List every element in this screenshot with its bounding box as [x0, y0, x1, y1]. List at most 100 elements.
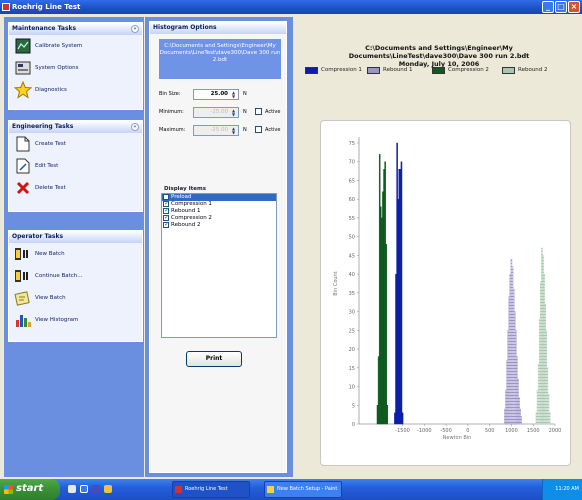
window-title: Roehrig Line Test [12, 3, 81, 11]
maintenance-tasks-header[interactable]: Maintenance Tasks « [9, 23, 142, 35]
calibrate-system-item[interactable]: Calibrate System [9, 35, 142, 57]
view-batch-icon [14, 289, 32, 307]
y-tick-label: 35 [349, 291, 355, 297]
maximum-field[interactable]: -25.00 ▲ ▼ [193, 125, 239, 136]
diagnostics-star-icon [14, 81, 32, 99]
taskbar-item-paint[interactable]: New Batch Setup - Paint [264, 481, 342, 498]
new-batch-item[interactable]: New Batch [9, 243, 142, 265]
collapse-icon[interactable]: « [131, 123, 139, 131]
y-axis-label: Bin Count [333, 271, 339, 295]
y-tick-label: 45 [349, 253, 355, 259]
diagnostics-item[interactable]: Diagnostics [9, 79, 142, 101]
y-tick-label: 30 [349, 310, 355, 316]
maximum-unit: N [243, 127, 247, 133]
app-icon [2, 3, 10, 11]
histogram-options-panel: Histogram Options C:\Documents and Setti… [149, 21, 287, 473]
minimum-unit: N [243, 109, 247, 115]
taskbar-item-roehrig[interactable]: Roehrig Line Test [172, 481, 250, 498]
y-tick-label: 0 [352, 422, 355, 428]
start-button[interactable]: start [0, 479, 60, 500]
list-item-rebound-2[interactable]: Rebound 2 [162, 221, 276, 229]
list-item-preload[interactable]: Preload [162, 194, 276, 201]
x-tick-label: 500 [485, 428, 495, 434]
bar-compression-2 [386, 405, 389, 425]
bar-rebound-2 [548, 412, 551, 425]
bar-rebound-1 [520, 416, 522, 425]
show-desktop-icon[interactable] [68, 485, 76, 493]
taskbar: start Roehrig Line Test New Batch Setup … [0, 479, 582, 500]
minimize-button[interactable]: _ [542, 1, 554, 13]
maximum-label: Maximum: [159, 127, 186, 133]
system-options-item[interactable]: System Options [9, 57, 142, 79]
display-items-title: Display Items [164, 186, 206, 192]
create-test-item[interactable]: Create Test [9, 133, 142, 155]
print-button[interactable]: Print [186, 351, 242, 367]
x-tick-label: -500 [440, 428, 451, 434]
file-path-box: C:\Documents and Settings\Engineer\My Do… [159, 39, 281, 79]
delete-test-icon [14, 179, 32, 197]
spinner-icon: ▲ ▼ [231, 126, 236, 135]
list-item-rebound-1[interactable]: Rebound 1 [162, 207, 276, 215]
operator-tasks-header[interactable]: Operator Tasks [9, 231, 142, 243]
display-items-list[interactable]: Preload Compression 1 Rebound 1 Compress… [161, 193, 277, 338]
media-player-icon[interactable] [92, 485, 100, 493]
bar-compression-1 [400, 161, 403, 425]
edit-test-icon [14, 157, 32, 175]
system-tray: 11:20 AM [542, 479, 582, 500]
legend-swatch [502, 66, 515, 74]
engineering-tasks-panel: Engineering Tasks « Create Test Edit Tes… [8, 120, 143, 212]
clock: 11:20 AM [555, 486, 579, 492]
list-item-compression-2[interactable]: Compression 2 [162, 214, 276, 222]
window-titlebar[interactable]: Roehrig Line Test _ □ × [0, 0, 582, 14]
window-controls: _ □ × [542, 1, 580, 13]
engineering-tasks-header[interactable]: Engineering Tasks « [9, 121, 142, 133]
legend-item-rebound-2: Rebound 2 [502, 66, 548, 74]
y-tick-label: 50 [349, 235, 355, 241]
y-tick-label: 60 [349, 197, 355, 203]
system-options-icon [14, 59, 32, 77]
x-tick-label: 2000 [549, 428, 562, 434]
y-tick-label: 5 [352, 403, 355, 409]
view-batch-item[interactable]: View Batch [9, 287, 142, 309]
minimum-field[interactable]: -25.00 ▲ ▼ [193, 107, 239, 118]
y-tick-label: 20 [349, 347, 355, 353]
chart-file-line-1: C:\Documents and Settings\Engineer\My [365, 44, 513, 52]
y-tick-label: 75 [349, 141, 355, 147]
collapse-icon[interactable]: « [131, 25, 139, 33]
minimum-active-checkbox[interactable] [255, 108, 262, 115]
minimum-active-label: Active [265, 109, 281, 115]
maximize-button[interactable]: □ [555, 1, 567, 13]
y-tick-label: 40 [349, 272, 355, 278]
rebound-2-checkbox[interactable] [163, 221, 170, 228]
x-tick-label: 1500 [527, 428, 540, 434]
maximum-active-label: Active [265, 127, 281, 133]
minimum-label: Minimum: [159, 109, 184, 115]
legend-swatch [305, 66, 318, 74]
delete-test-item[interactable]: Delete Test [9, 177, 142, 199]
legend-item-compression-2: Compression 2 [432, 66, 489, 74]
spinner-icon[interactable]: ▲ ▼ [230, 91, 237, 99]
legend-item-rebound-1: Rebound 1 [367, 66, 413, 74]
list-item-compression-1[interactable]: Compression 1 [162, 200, 276, 208]
maximum-active-checkbox[interactable] [255, 126, 262, 133]
y-tick-label: 70 [349, 160, 355, 166]
legend-swatch [367, 66, 380, 74]
view-histogram-item[interactable]: View Histogram [9, 309, 142, 331]
spinner-icon: ▲ ▼ [231, 108, 236, 117]
internet-explorer-icon[interactable] [80, 485, 88, 493]
chart-legend: Compression 1 Rebound 1 Compression 2 Re… [305, 66, 581, 76]
maximum-row: Maximum: -25.00 ▲ ▼ N Active [159, 124, 289, 136]
folder-icon[interactable] [104, 485, 112, 493]
close-button[interactable]: × [568, 1, 580, 13]
histogram-chart: 0 5 10 15 20 25 30 35 40 45 50 55 60 65 70 75 -1500 -1000… [333, 137, 562, 441]
bin-size-field[interactable]: 25.00 ▲ ▼ [193, 89, 239, 100]
edit-test-item[interactable]: Edit Test [9, 155, 142, 177]
continue-batch-item[interactable]: Continue Batch... [9, 265, 142, 287]
chart-file-line-2: Documents\LineTest\dave300\Dave 300 run … [348, 52, 530, 60]
y-tick-label: 15 [349, 366, 355, 372]
new-batch-icon [14, 245, 32, 263]
y-tick-label: 10 [349, 385, 355, 391]
histogram-options-header: Histogram Options [150, 22, 286, 34]
y-tick-label: 55 [349, 216, 355, 222]
create-test-icon [14, 135, 32, 153]
